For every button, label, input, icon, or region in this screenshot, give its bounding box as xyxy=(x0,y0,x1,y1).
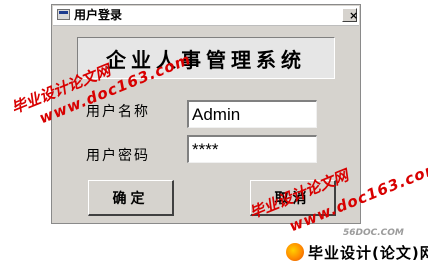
username-input[interactable] xyxy=(187,100,317,128)
password-label: 用户密码 xyxy=(86,148,150,164)
system-title-panel: 企业人事管理系统 xyxy=(77,37,335,79)
title-bar[interactable]: 用户登录 × xyxy=(53,6,359,26)
login-dialog: 用户登录 × 企业人事管理系统 用户名称 用户密码 确定 取消 xyxy=(51,4,361,224)
window-title: 用户登录 xyxy=(74,8,123,22)
system-title: 企业人事管理系统 xyxy=(106,48,306,72)
watermark-logo: 毕业设计(论文)网 xyxy=(286,241,428,263)
app-icon xyxy=(57,9,70,20)
ok-button[interactable]: 确定 xyxy=(88,180,174,216)
close-button[interactable]: × xyxy=(342,8,359,22)
username-label: 用户名称 xyxy=(86,104,150,120)
watermark-corner-site: 56DOC.COM xyxy=(343,228,404,238)
watermark-logo-text: 毕业设计(论文)网 xyxy=(308,244,428,262)
close-icon: × xyxy=(349,9,359,22)
logo-icon xyxy=(286,243,304,261)
password-input[interactable] xyxy=(187,135,317,163)
cancel-button[interactable]: 取消 xyxy=(250,180,336,216)
